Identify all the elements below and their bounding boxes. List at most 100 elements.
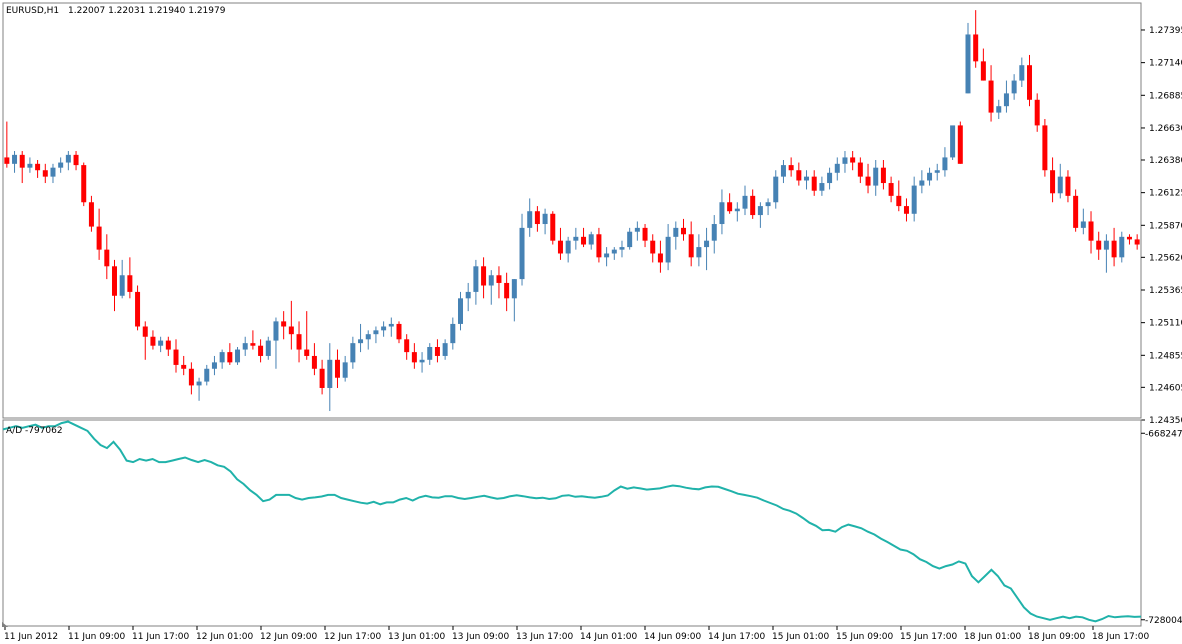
- candle-body: [719, 202, 725, 225]
- candle-body: [304, 349, 310, 356]
- candle-body: [188, 368, 194, 386]
- candle-body: [496, 275, 502, 283]
- candle-body: [227, 352, 233, 363]
- candle-body: [527, 211, 533, 228]
- time-tick-label: 11 Jun 2012: [4, 632, 58, 642]
- candle-body: [834, 163, 840, 173]
- candle-body: [565, 240, 571, 254]
- candle-body: [258, 345, 264, 356]
- candle-body: [988, 80, 994, 113]
- candle-body: [581, 236, 587, 245]
- candle-body: [711, 224, 717, 241]
- price-tick-label: 1.26885: [1149, 91, 1182, 101]
- candle-body: [1073, 195, 1079, 228]
- indicator-header: A/D -797062: [6, 426, 63, 436]
- candle-body: [404, 339, 410, 353]
- time-tick-label: 15 Jun 09:00: [836, 632, 893, 642]
- candle-body: [550, 213, 556, 241]
- candle-body: [119, 275, 125, 296]
- candle-body: [334, 359, 340, 378]
- candle-body: [481, 266, 487, 286]
- candle-body: [873, 167, 879, 186]
- candle-body: [596, 234, 602, 258]
- candle-body: [96, 226, 102, 250]
- candle-body: [796, 170, 802, 181]
- time-tick-label: 14 Jun 01:00: [580, 632, 637, 642]
- candle-body: [973, 34, 979, 62]
- candle-body: [857, 162, 863, 177]
- candle-body: [442, 343, 448, 356]
- candle-body: [619, 247, 625, 250]
- candle-body: [181, 364, 187, 369]
- time-tick-label: 18 Jun 01:00: [964, 632, 1021, 642]
- price-tick-label: 1.25365: [1149, 286, 1182, 296]
- price-tick-label: 1.26630: [1149, 124, 1182, 134]
- candle-body: [1057, 176, 1063, 194]
- candle-body: [381, 326, 387, 331]
- candle-body: [819, 183, 825, 191]
- time-tick-label: 15 Jun 01:00: [772, 632, 829, 642]
- candle-body: [58, 162, 64, 168]
- time-tick-label: 13 Jun 01:00: [388, 632, 445, 642]
- time-tick-label: 18 Jun 17:00: [1092, 632, 1149, 642]
- ad-tick-label: -668247: [1145, 429, 1182, 439]
- candle-body: [642, 227, 648, 241]
- candle-body: [1096, 240, 1102, 250]
- candle-body: [50, 167, 56, 177]
- candle-body: [27, 163, 33, 168]
- candle-body: [1111, 240, 1117, 258]
- candle-body: [273, 321, 279, 341]
- candle-body: [358, 339, 364, 344]
- candle-body: [281, 321, 287, 327]
- candle-body: [696, 247, 702, 258]
- candle-body: [880, 167, 886, 184]
- price-tick-label: 1.24350: [1149, 416, 1182, 426]
- candle-body: [473, 266, 479, 292]
- price-tick-label: 1.24605: [1149, 383, 1182, 393]
- time-tick-label: 18 Jun 09:00: [1028, 632, 1085, 642]
- candle-body: [211, 362, 217, 369]
- candle-body: [742, 195, 748, 209]
- candle-body: [750, 195, 756, 216]
- candle-body: [942, 157, 948, 171]
- candle-body: [1103, 240, 1109, 250]
- candle-body: [850, 157, 856, 163]
- candle-body: [142, 326, 148, 337]
- candle-body: [1034, 99, 1040, 126]
- candle-body: [81, 165, 87, 203]
- candle-body: [219, 352, 225, 363]
- candle-body: [542, 213, 548, 225]
- price-tick-label: 1.25110: [1149, 319, 1182, 329]
- candle-body: [634, 227, 640, 232]
- candle-body: [950, 125, 956, 158]
- candle-body: [1126, 236, 1132, 240]
- price-tick-label: 1.27395: [1149, 26, 1182, 36]
- candle-body: [342, 362, 348, 378]
- candle-body: [111, 266, 117, 296]
- candle-body: [35, 163, 41, 171]
- candle-body: [396, 323, 402, 340]
- candle-body: [604, 253, 610, 258]
- candle-body: [811, 176, 817, 191]
- candle-body: [980, 61, 986, 81]
- candle-body: [1080, 221, 1086, 228]
- candle-body: [1027, 65, 1033, 100]
- candle-body: [919, 180, 925, 186]
- candle-body: [427, 346, 433, 360]
- candle-body: [242, 343, 248, 350]
- candle-body: [419, 359, 425, 363]
- candle-body: [996, 106, 1002, 113]
- candle-body: [458, 298, 464, 324]
- candle-body: [450, 323, 456, 344]
- candle-body: [842, 157, 848, 164]
- candle-body: [288, 326, 294, 335]
- candle-body: [158, 340, 164, 346]
- candle-body: [4, 157, 10, 164]
- candle-body: [365, 334, 371, 340]
- time-tick-label: 11 Jun 09:00: [68, 632, 125, 642]
- candle-body: [557, 240, 563, 254]
- candle-body: [680, 227, 686, 235]
- candle-body: [1119, 236, 1125, 258]
- candle-body: [434, 346, 440, 356]
- price-tick-label: 1.25870: [1149, 221, 1182, 231]
